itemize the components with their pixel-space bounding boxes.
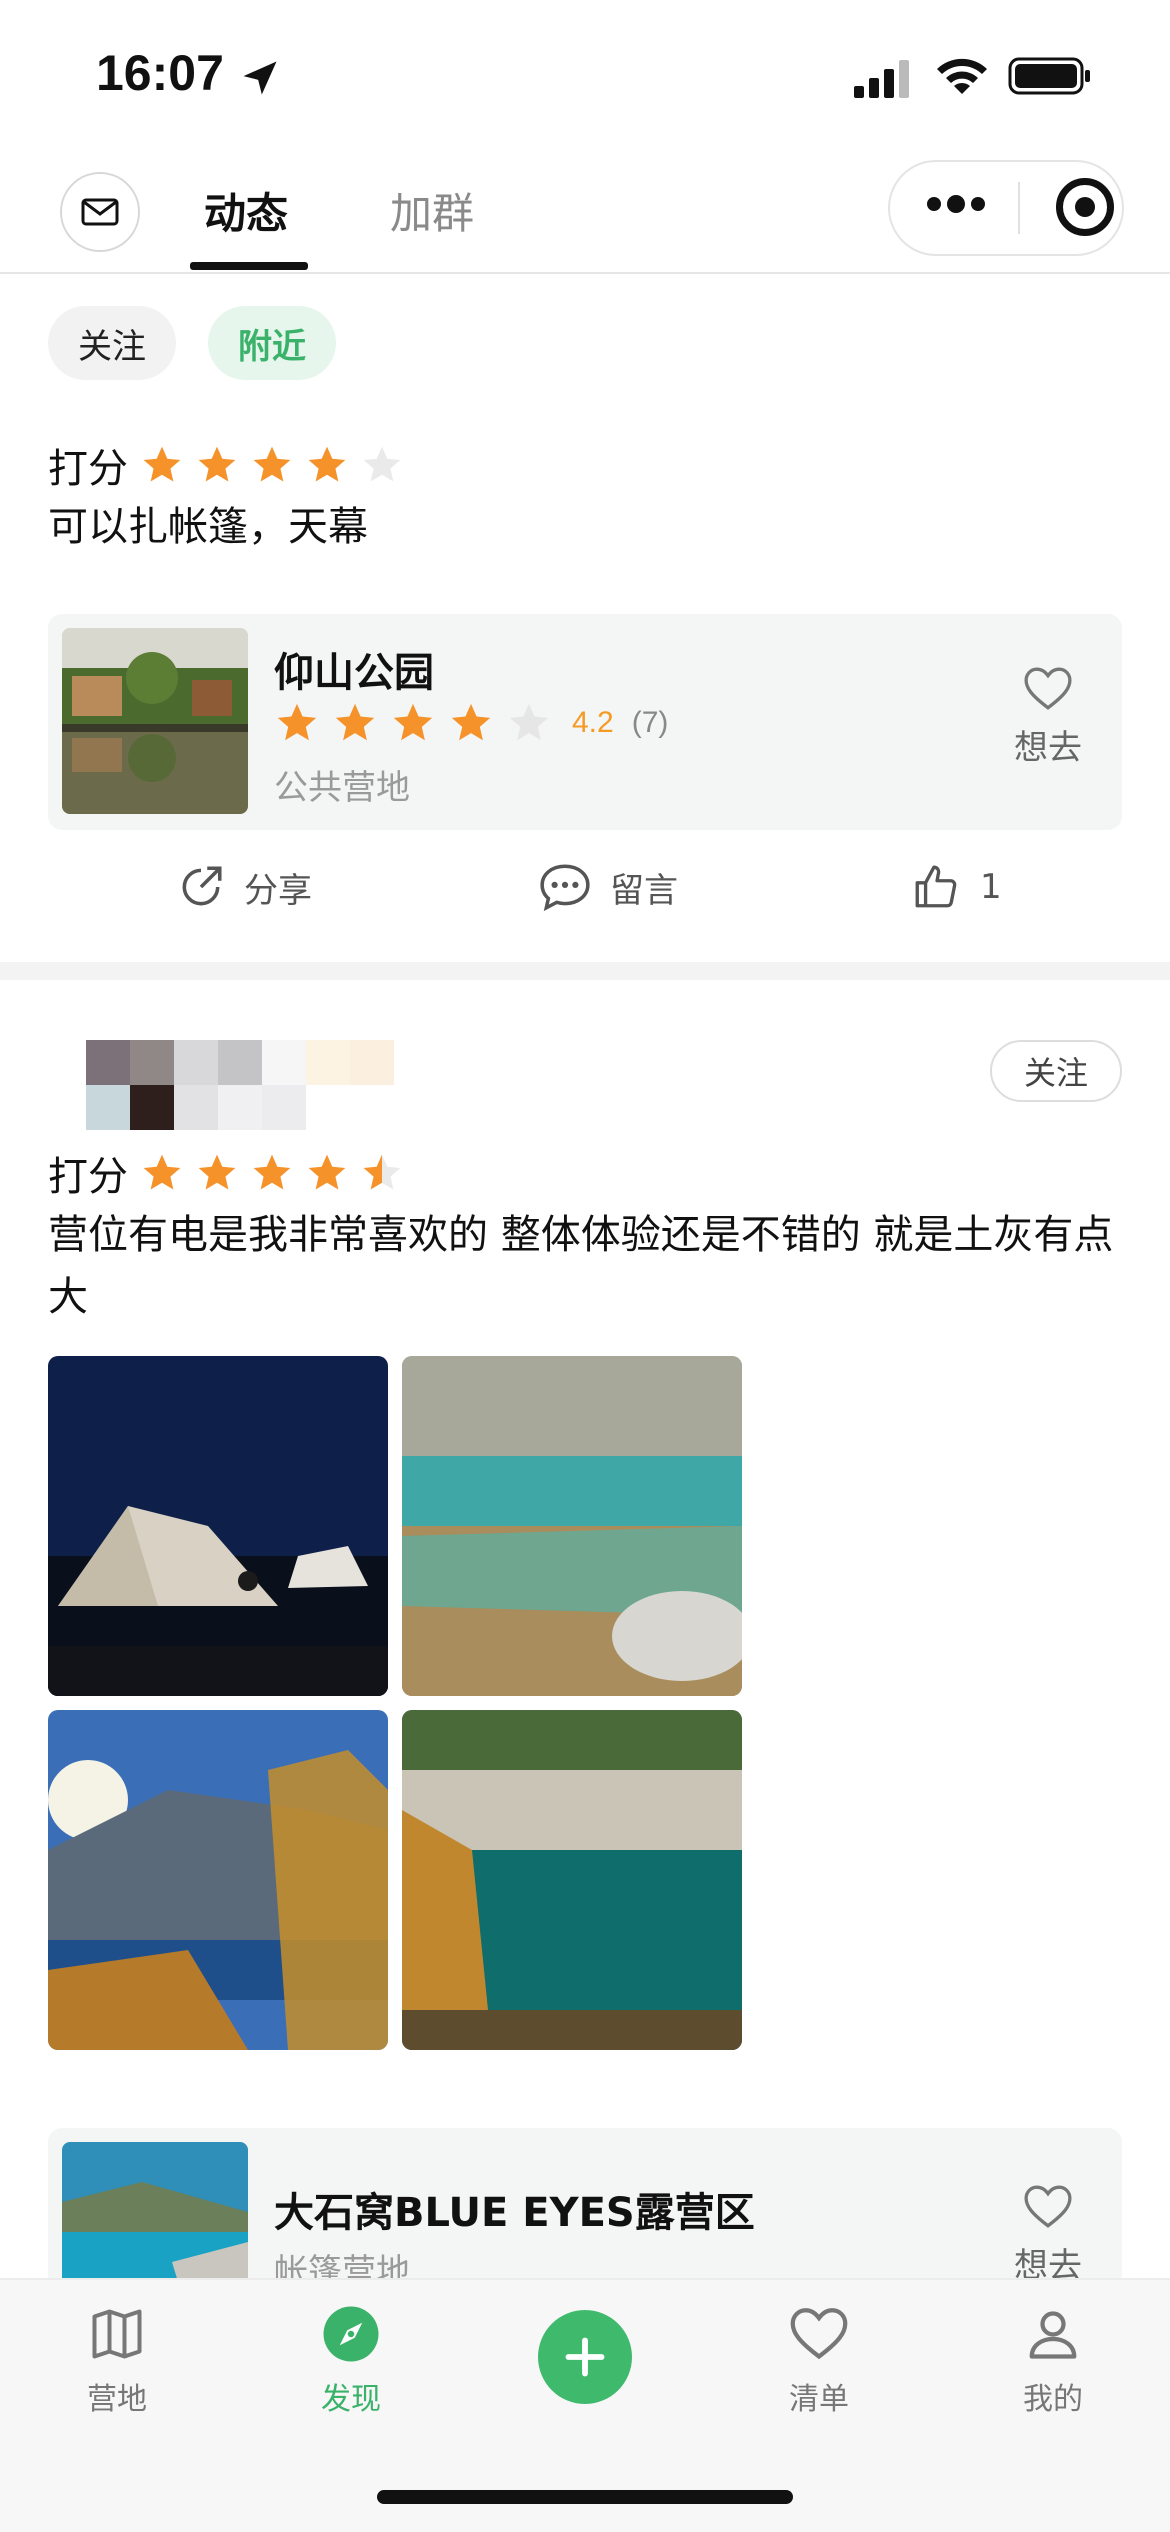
- comment-button[interactable]: 留言: [538, 862, 678, 912]
- camp-score: 4.2: [572, 706, 614, 739]
- location-arrow-icon: [243, 61, 277, 95]
- star-icon: [198, 446, 236, 482]
- star-icon: [277, 703, 317, 741]
- star-icon: [393, 703, 433, 741]
- nav-list[interactable]: 清单: [754, 2304, 884, 2418]
- share-icon: [182, 866, 222, 906]
- star-empty-icon: [509, 703, 549, 741]
- close-miniprogram-icon[interactable]: [1056, 178, 1114, 236]
- star-empty-icon: [363, 446, 401, 482]
- star-icon: [198, 1154, 236, 1190]
- camp-thumbnail: [62, 628, 248, 814]
- status-time: 16:07: [96, 45, 224, 101]
- like-count: 1: [980, 867, 1002, 907]
- nav-profile[interactable]: 我的: [988, 2304, 1118, 2418]
- wifi-icon: [937, 58, 987, 94]
- filter-follow-chip[interactable]: 关注: [48, 306, 176, 380]
- comment-icon: [540, 864, 590, 912]
- signal-icon: [854, 60, 909, 98]
- star-icon: [253, 1154, 291, 1190]
- share-label: 分享: [244, 870, 312, 911]
- post-photo[interactable]: [48, 1710, 388, 2050]
- post-photo[interactable]: [48, 1356, 388, 1696]
- post-photo[interactable]: [402, 1710, 742, 2050]
- heart-outline-icon: [1024, 2185, 1072, 2228]
- capsule-divider: [1018, 182, 1020, 234]
- star-icon: [143, 446, 181, 482]
- top-header: 动态 加群: [0, 150, 1170, 274]
- user-icon: [1029, 2311, 1077, 2359]
- tab-join-group[interactable]: 加群: [390, 180, 474, 241]
- want-to-go-button[interactable]: 想去: [998, 666, 1098, 769]
- plus-icon: [565, 2337, 605, 2377]
- avatar[interactable]: [86, 1040, 394, 1130]
- post-photo[interactable]: [402, 1356, 742, 1696]
- home-indicator: [377, 2490, 793, 2504]
- nav-discover[interactable]: 发现: [286, 2304, 416, 2418]
- rating-label: 打分: [48, 1154, 128, 1200]
- tab-feed[interactable]: 动态: [204, 180, 288, 241]
- camp-card[interactable]: 大石窝BLUE EYES露营区 帐篷营地 想去: [48, 2128, 1122, 2288]
- camp-card[interactable]: 仰山公园 4.2 (7) 公共营地 想去: [48, 614, 1122, 830]
- thumbs-up-icon: [915, 865, 957, 908]
- camp-name: 仰山公园: [274, 650, 434, 696]
- nav-camps[interactable]: 营地: [52, 2304, 182, 2418]
- camp-review-count: (7): [631, 706, 669, 739]
- mail-icon: [81, 198, 119, 226]
- nav-label: 清单: [789, 2382, 849, 2417]
- share-button[interactable]: 分享: [176, 862, 312, 912]
- post2-rating: 打分: [48, 1144, 415, 1202]
- post-separator: [0, 962, 1170, 980]
- camp-thumbnail: [62, 2142, 248, 2288]
- filter-nearby-chip[interactable]: 附近: [208, 306, 336, 380]
- nav-label: 营地: [87, 2382, 147, 2417]
- want-to-go-button[interactable]: 想去: [998, 2184, 1098, 2287]
- camp-name: 大石窝BLUE EYES露营区: [274, 2190, 755, 2236]
- heart-icon: [790, 2308, 848, 2360]
- follow-button[interactable]: 关注: [990, 1040, 1122, 1102]
- camp-type: 公共营地: [274, 768, 410, 808]
- more-icon[interactable]: [926, 194, 986, 214]
- star-icon: [143, 1154, 181, 1190]
- status-bar: 16:07: [0, 0, 1170, 150]
- like-button[interactable]: 1: [910, 862, 1002, 912]
- star-half-icon: [363, 1154, 401, 1190]
- comment-label: 留言: [610, 870, 678, 911]
- nav-label: 发现: [321, 2382, 381, 2417]
- battery-icon: [1008, 57, 1090, 95]
- message-button[interactable]: [60, 172, 140, 252]
- heart-outline-icon: [1024, 667, 1072, 710]
- star-icon: [253, 446, 291, 482]
- post2-text: 营位有电是我非常喜欢的 整体体验还是不错的 就是土灰有点大: [48, 1212, 1114, 1320]
- compass-icon: [323, 2306, 379, 2362]
- want-label: 想去: [1014, 728, 1082, 768]
- star-icon: [451, 703, 491, 741]
- add-post-button[interactable]: [538, 2310, 632, 2404]
- post1-text: 可以扎帐篷，天幕: [48, 504, 368, 550]
- star-icon: [308, 446, 346, 482]
- map-icon: [92, 2309, 142, 2359]
- camp-rating: 4.2 (7): [274, 700, 668, 746]
- rating-label: 打分: [48, 446, 128, 492]
- post1-rating: 打分: [48, 436, 415, 494]
- star-icon: [308, 1154, 346, 1190]
- tab-underline: [190, 262, 308, 270]
- star-icon: [335, 703, 375, 741]
- nav-label: 我的: [1023, 2382, 1083, 2417]
